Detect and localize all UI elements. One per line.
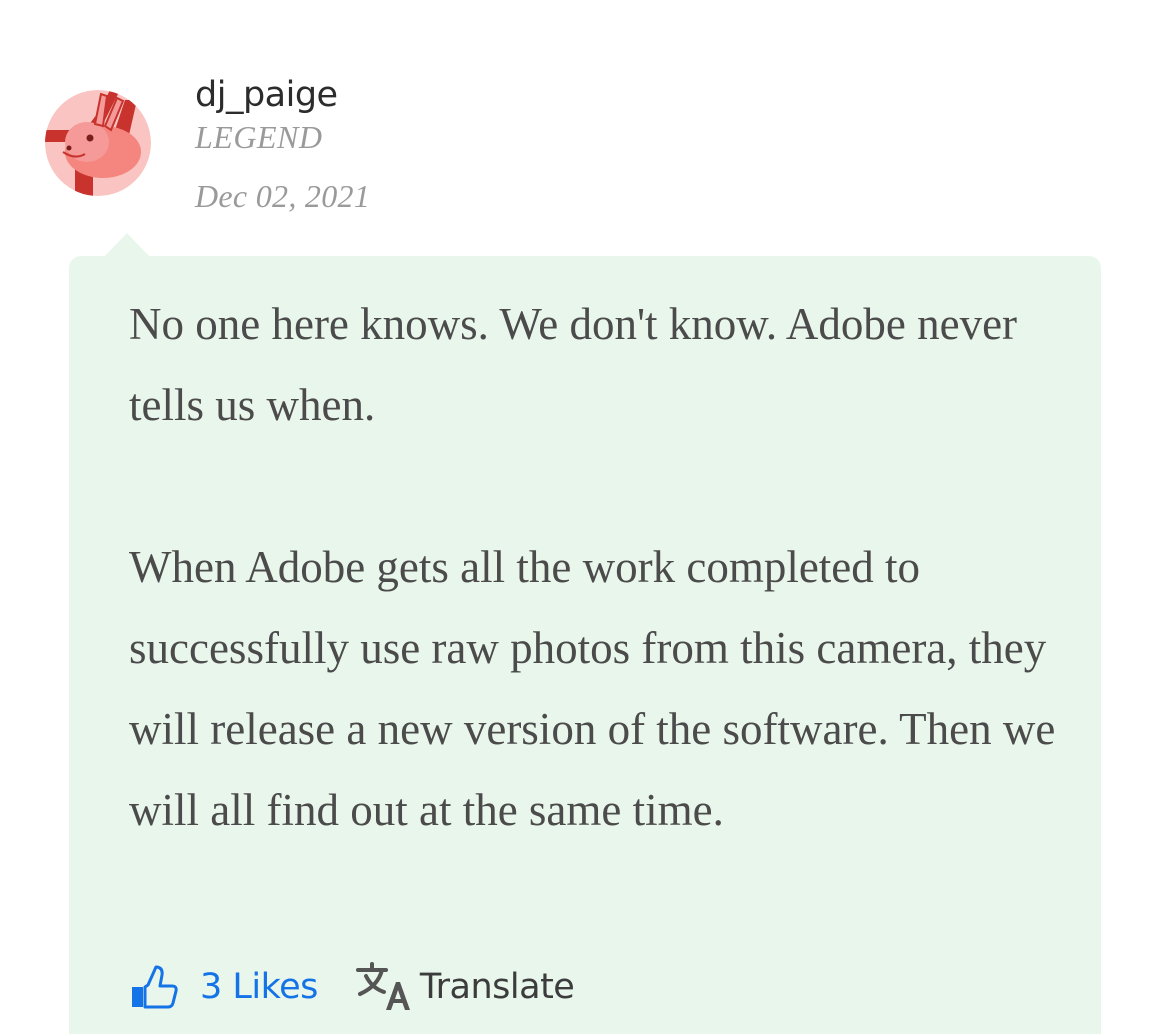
like-button[interactable]: 3 Likes [130, 963, 318, 1011]
author-username[interactable]: dj_paige [195, 72, 338, 118]
post-actions: 3 Likes Translate [130, 955, 575, 1019]
rabbit-avatar-icon [45, 90, 151, 196]
thumbs-up-icon [132, 965, 178, 1009]
author-rank: LEGEND [195, 119, 323, 155]
post-body: No one here knows. We don't know. Adobe … [129, 284, 1089, 851]
translate-button[interactable]: Translate [355, 962, 575, 1012]
post-paragraph: When Adobe gets all the work completed t… [129, 542, 1056, 835]
post-paragraph: No one here knows. We don't know. Adobe … [129, 299, 1018, 430]
post-date: Dec 02, 2021 [195, 178, 371, 214]
likes-count[interactable]: 3 Likes [200, 967, 318, 1007]
author-avatar[interactable] [45, 90, 151, 196]
translate-label[interactable]: Translate [420, 967, 575, 1007]
translate-icon [355, 962, 410, 1010]
bubble-tail [104, 233, 150, 257]
